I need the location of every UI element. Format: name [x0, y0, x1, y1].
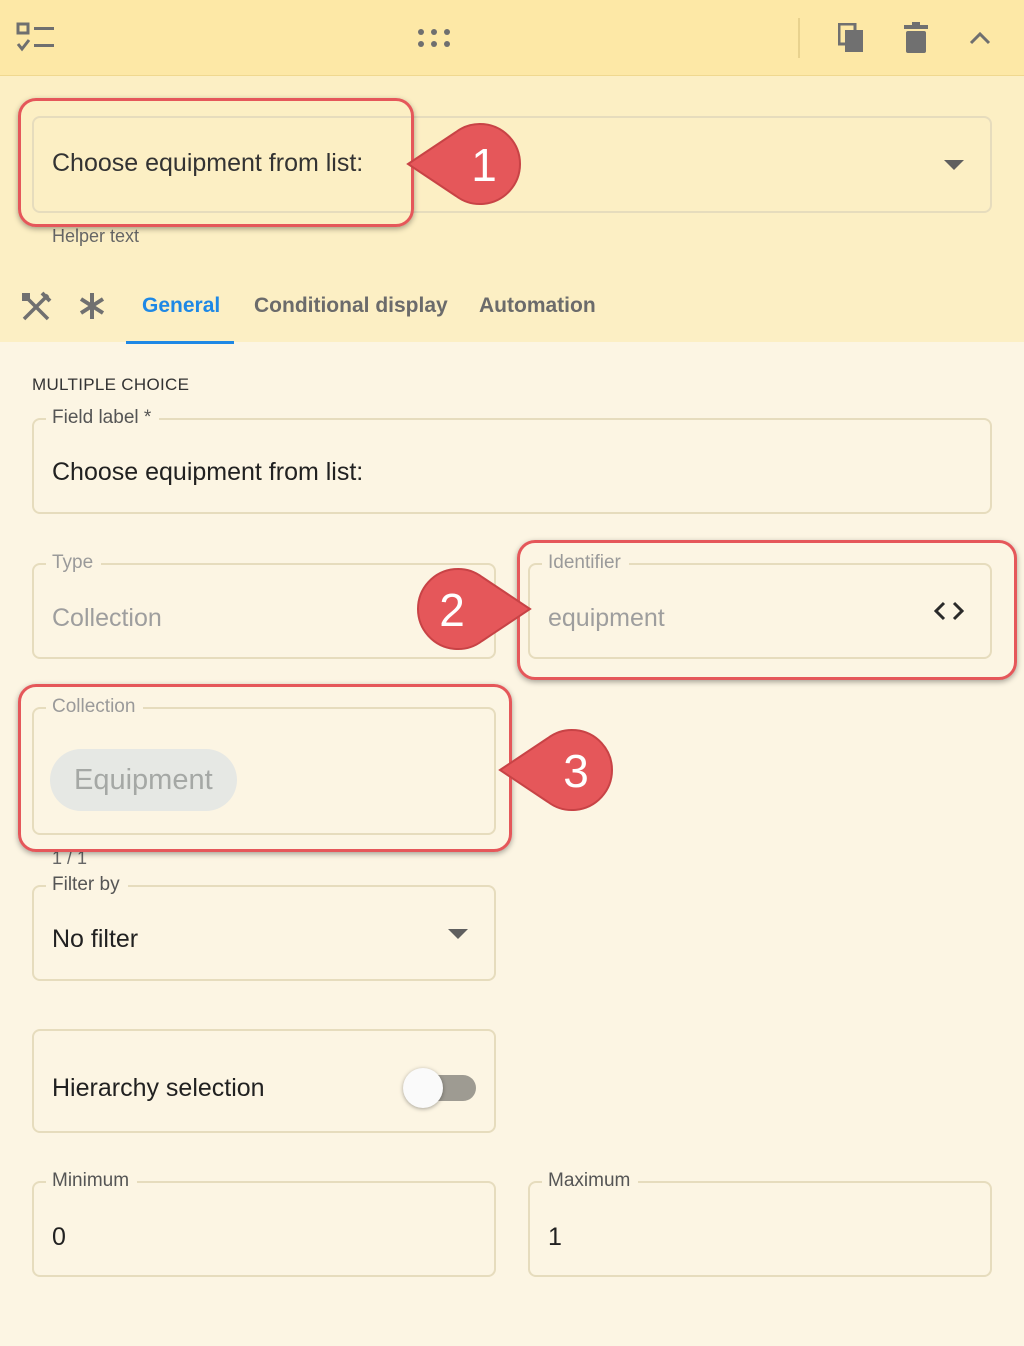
hierarchy-toggle[interactable]: [403, 1068, 443, 1108]
section-title: MULTIPLE CHOICE: [32, 375, 190, 394]
tab-automation[interactable]: Automation: [479, 294, 596, 318]
tab-conditional-display[interactable]: Conditional display: [254, 294, 448, 318]
trash-icon[interactable]: [903, 22, 929, 54]
chevron-down-icon: [944, 160, 964, 170]
callout-1-number: 1: [471, 139, 497, 191]
filter-by-caption: Filter by: [46, 874, 128, 896]
filter-by-value: No filter: [52, 925, 139, 953]
checklist-icon[interactable]: [16, 22, 56, 54]
tab-general[interactable]: General: [142, 294, 220, 318]
highlight-box-1: [18, 98, 414, 227]
active-tab-indicator: [126, 341, 234, 344]
highlight-box-3: [18, 684, 512, 852]
chevron-down-icon: [448, 929, 468, 939]
callout-3-number: 3: [563, 745, 589, 797]
maximum-input[interactable]: Maximum 1: [528, 1170, 992, 1277]
header-divider: [798, 18, 800, 58]
highlight-box-2: [517, 540, 1017, 680]
filter-by-select[interactable]: Filter by No filter: [32, 874, 496, 981]
hierarchy-selection-label: Hierarchy selection: [52, 1074, 265, 1102]
asterisk-icon[interactable]: [77, 291, 107, 321]
callout-2-number: 2: [439, 584, 465, 636]
maximum-caption: Maximum: [542, 1170, 639, 1192]
field-header-bar: [0, 0, 1024, 76]
field-label-caption: Field label *: [46, 407, 160, 429]
drag-dots-icon[interactable]: [416, 28, 452, 48]
type-value: Collection: [52, 604, 162, 632]
type-caption: Type: [46, 552, 102, 574]
field-label-input[interactable]: Field label * Choose equipment from list…: [32, 407, 992, 514]
tools-icon[interactable]: [20, 291, 52, 323]
copy-icon[interactable]: [838, 23, 866, 53]
field-label-value: Choose equipment from list:: [52, 458, 364, 486]
maximum-value: 1: [548, 1223, 562, 1251]
helper-text: Helper text: [52, 226, 140, 246]
minimum-value: 0: [52, 1223, 66, 1251]
minimum-caption: Minimum: [46, 1170, 138, 1192]
minimum-input[interactable]: Minimum 0: [32, 1170, 496, 1277]
chevron-up-icon[interactable]: [968, 30, 992, 46]
